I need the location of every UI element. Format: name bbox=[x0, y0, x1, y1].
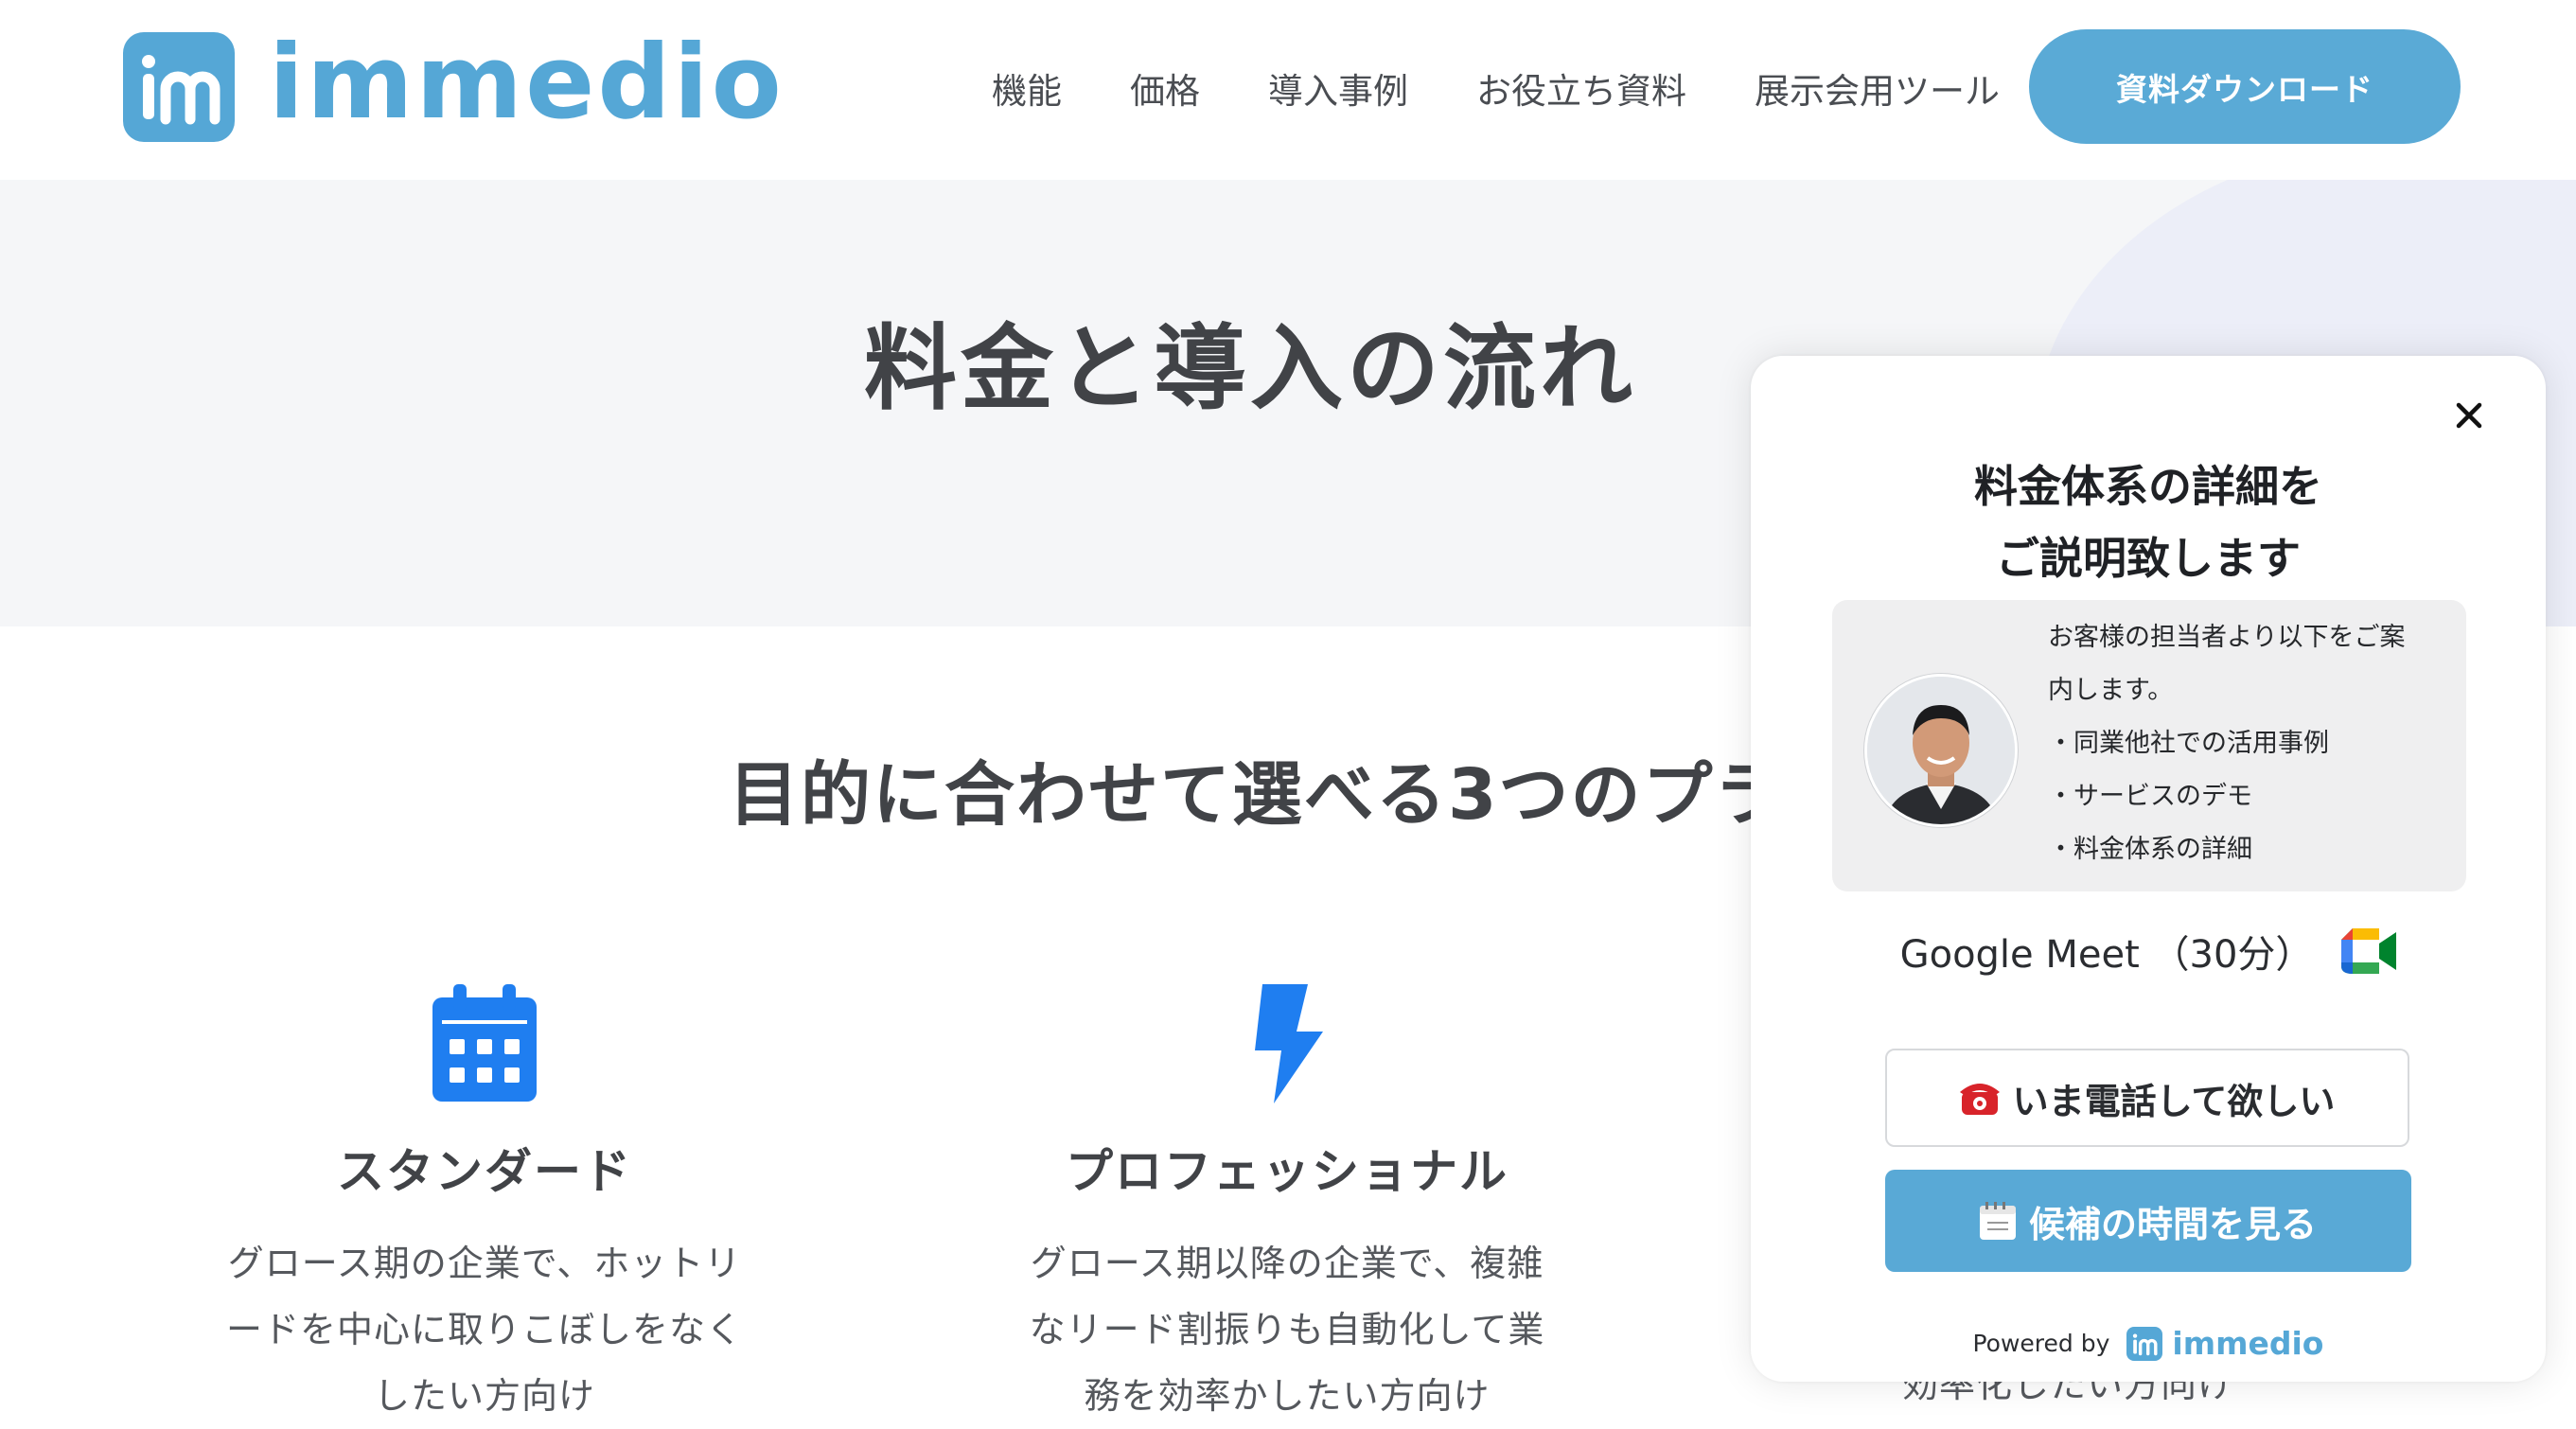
lightning-icon bbox=[1255, 984, 1323, 1103]
calendar-pad-icon bbox=[1979, 1202, 2016, 1240]
plan-card-professional: プロフェッショナル グロース期以降の企業で、複雑 なリード割振りも自動化して業 … bbox=[1003, 984, 1571, 1429]
logo-mark-icon bbox=[123, 32, 235, 142]
nav-exhibition-tools[interactable]: 展示会用ツール bbox=[1755, 62, 2000, 114]
call-me-now-label: いま電話して欲しい bbox=[2012, 1080, 2336, 1122]
meeting-label: Google Meet （30分） bbox=[1899, 933, 2314, 977]
plan-description-line: グロース期の企業で、ホットリ bbox=[227, 1243, 742, 1284]
view-available-times-button[interactable]: 候補の時間を見る bbox=[1885, 1170, 2411, 1272]
nav-features[interactable]: 機能 bbox=[992, 62, 1062, 114]
plan-name: スタンダード bbox=[337, 1144, 632, 1199]
powered-by-brand: immedio bbox=[2172, 1325, 2324, 1362]
site-logo[interactable]: immedio bbox=[123, 32, 785, 142]
plan-description-line: グロース期以降の企業で、複雑 bbox=[1030, 1243, 1544, 1284]
plan-name: プロフェッショナル bbox=[1066, 1144, 1509, 1199]
agenda-line: お客様の担当者より以下をご案 bbox=[2048, 623, 2406, 652]
call-me-now-button[interactable]: いま電話して欲しい bbox=[1885, 1049, 2409, 1147]
agenda-line: ・料金体系の詳細 bbox=[2048, 835, 2252, 864]
nav-pricing[interactable]: 価格 bbox=[1130, 62, 1200, 114]
site-header: immedio 機能 価格 導入事例 お役立ち資料 展示会用ツール 資料ダウンロ… bbox=[0, 0, 2576, 180]
telephone-icon bbox=[1959, 1084, 2000, 1115]
plan-description: グロース期以降の企業で、複雑 なリード割振りも自動化して業 務を効率かしたい方向… bbox=[1003, 1230, 1571, 1429]
powered-by-label: Powered by bbox=[1972, 1330, 2110, 1357]
nav-resources[interactable]: お役立ち資料 bbox=[1476, 62, 1686, 114]
pricing-explanation-popup: 料金体系の詳細を ご説明致します お客様の担当者より以下をご案 内します。 ・同… bbox=[1751, 356, 2546, 1382]
immedio-mark-icon bbox=[2126, 1326, 2163, 1361]
agenda-line: ・サービスのデモ bbox=[2048, 782, 2252, 811]
powered-by-footer[interactable]: Powered by immedio bbox=[1751, 1325, 2546, 1362]
popup-title-line: 料金体系の詳細を bbox=[1974, 461, 2322, 512]
plan-description-line: 務を効率かしたい方向け bbox=[1084, 1375, 1491, 1417]
sales-rep-avatar bbox=[1864, 674, 2018, 827]
plan-description: グロース期の企業で、ホットリ ードを中心に取りこぼしをなく したい方向け bbox=[201, 1230, 768, 1429]
calendar-icon bbox=[432, 984, 537, 1102]
main-nav: 機能 価格 導入事例 お役立ち資料 展示会用ツール bbox=[992, 62, 2000, 114]
agenda-line: 内します。 bbox=[2048, 676, 2174, 705]
plan-card-standard: スタンダード グロース期の企業で、ホットリ ードを中心に取りこぼしをなく したい… bbox=[201, 984, 768, 1429]
plan-description-line: したい方向け bbox=[373, 1375, 595, 1417]
download-materials-button[interactable]: 資料ダウンロード bbox=[2029, 29, 2461, 144]
plan-description-line: なリード割振りも自動化して業 bbox=[1029, 1309, 1545, 1350]
popup-title-line: ご説明致します bbox=[1996, 533, 2301, 584]
plan-description-line: ードを中心に取りこぼしをなく bbox=[225, 1309, 743, 1350]
nav-case-studies[interactable]: 導入事例 bbox=[1268, 62, 1408, 114]
popup-title: 料金体系の詳細を ご説明致します bbox=[1751, 450, 2546, 594]
view-available-times-label: 候補の時間を見る bbox=[2028, 1203, 2317, 1245]
logo-text: immedio bbox=[269, 24, 785, 142]
agenda-text: お客様の担当者より以下をご案 内します。 ・同業他社での活用事例 ・サービスのデ… bbox=[2048, 611, 2445, 876]
meeting-info: Google Meet （30分） bbox=[1751, 924, 2546, 979]
agenda-box: お客様の担当者より以下をご案 内します。 ・同業他社での活用事例 ・サービスのデ… bbox=[1832, 600, 2466, 891]
plans-section-title: 目的に合わせて選べる3つのプラ bbox=[729, 754, 1787, 836]
google-meet-icon bbox=[2341, 928, 2397, 974]
agenda-line: ・同業他社での活用事例 bbox=[2048, 729, 2329, 758]
close-icon[interactable] bbox=[2449, 396, 2489, 435]
